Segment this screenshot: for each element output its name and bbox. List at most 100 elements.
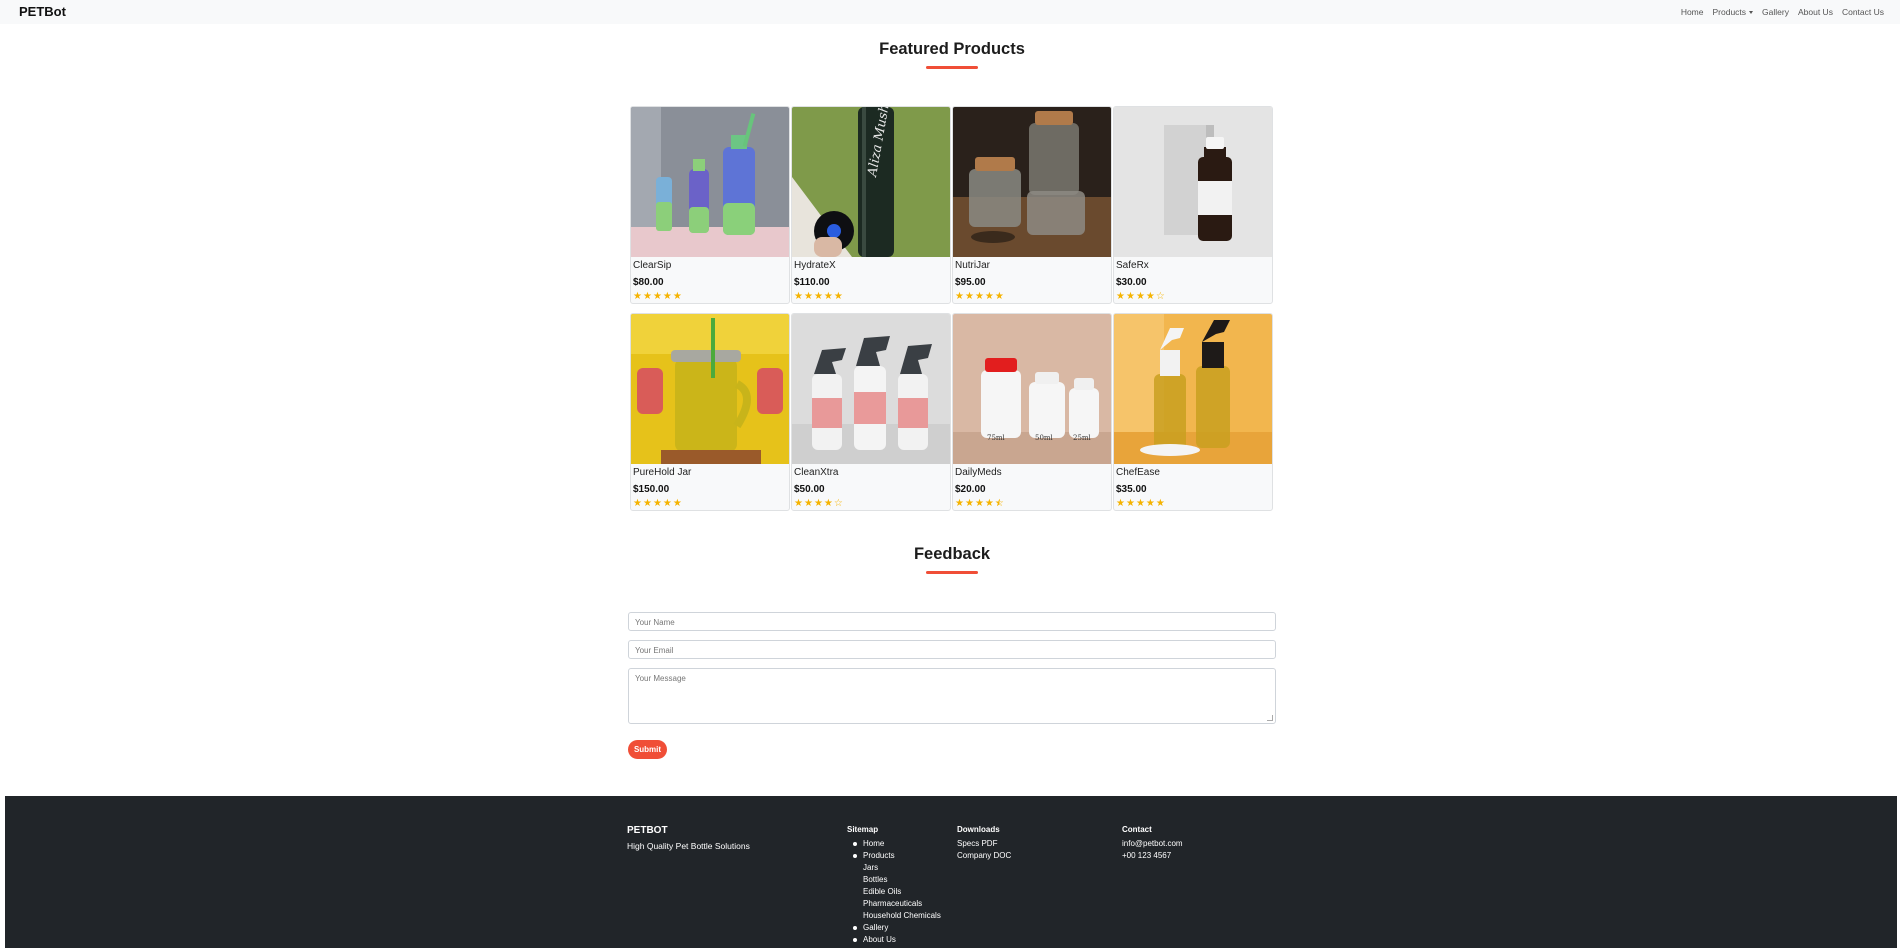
product-card[interactable]: Aliza Mushtaq HydrateX $110.00 ★ ★ ★ ★ ★ (791, 106, 951, 304)
star-filled-icon: ★ (1135, 291, 1145, 302)
star-filled-icon: ★ (662, 498, 672, 509)
product-name: NutriJar (955, 260, 991, 271)
star-filled-icon: ★ (633, 291, 642, 302)
contact-email-link[interactable]: info@petbot.com (1122, 838, 1183, 850)
product-card[interactable]: ChefEase $35.00 ★ ★ ★ ★ ★ (1113, 313, 1273, 511)
product-rating: ★ ★ ★ ★ ★ (794, 292, 950, 302)
product-rating: ★ ★ ★ ★ ★ (633, 292, 789, 302)
footer-contact-col: Contact info@petbot.com +00 123 4567 (1122, 825, 1183, 862)
download-specs-pdf-link[interactable]: Specs PDF (957, 838, 1011, 850)
star-half-icon: ★ ☆ (994, 498, 1004, 509)
star-filled-icon: ★ (1125, 291, 1135, 302)
product-rating: ★ ★ ★ ★ ☆ (794, 499, 950, 509)
product-rating: ★ ★ ★ ★ ☆ (1116, 292, 1272, 302)
product-card[interactable]: PureHold Jar $150.00 ★ ★ ★ ★ ★ (630, 313, 790, 511)
download-company-doc-link[interactable]: Company DOC (957, 850, 1011, 862)
product-card[interactable]: CleanXtra $50.00 ★ ★ ★ ★ ☆ (791, 313, 951, 511)
star-filled-icon: ★ (964, 291, 974, 302)
featured-title-underline (926, 66, 978, 69)
product-grid: ClearSip $80.00 ★ ★ ★ ★ ★ Aliza Mushtaq Hydr… (630, 106, 1274, 511)
star-filled-icon: ★ (994, 291, 1004, 302)
footer-brand: PETBOT (627, 825, 668, 836)
sitemap-jars-link[interactable]: Jars (847, 862, 941, 874)
sitemap-edible-oils-link[interactable]: Edible Oils (847, 886, 941, 898)
product-name: ClearSip (633, 260, 672, 271)
product-price: $95.00 (955, 277, 986, 288)
star-empty-icon: ☆ (833, 498, 843, 509)
contact-phone: +00 123 4567 (1122, 851, 1172, 860)
sitemap-gallery-link[interactable]: Gallery (847, 922, 941, 934)
footer-brand-col: PETBOT High Quality Pet Bottle Solutions (627, 825, 750, 851)
product-name: PureHold Jar (633, 467, 692, 478)
nav-about-us[interactable]: About Us (1798, 7, 1833, 17)
star-filled-icon: ★ (974, 498, 984, 509)
product-rating: ★ ★ ★ ★ ★ ☆ (955, 499, 1111, 509)
nav-links: Home Products Gallery About Us Contact U… (1681, 7, 1884, 17)
contact-list: info@petbot.com +00 123 4567 (1122, 838, 1183, 862)
product-card[interactable]: SafeRx $30.00 ★ ★ ★ ★ ☆ (1113, 106, 1273, 304)
product-name: CleanXtra (794, 467, 839, 478)
product-image-saferx (1114, 107, 1272, 257)
product-rating: ★ ★ ★ ★ ★ (1116, 499, 1272, 509)
star-filled-icon: ★ (813, 498, 823, 509)
feedback-title-underline (926, 571, 978, 574)
footer: PETBOT High Quality Pet Bottle Solutions… (5, 796, 1897, 948)
contact-heading: Contact (1122, 825, 1152, 834)
star-filled-icon: ★ (833, 291, 843, 302)
message-textarea[interactable]: Your Message (628, 668, 1276, 724)
star-filled-icon: ★ (642, 498, 652, 509)
sitemap-home-link[interactable]: Home (847, 838, 941, 850)
product-name: ChefEase (1116, 467, 1160, 478)
nav-products-label: Products (1712, 7, 1747, 17)
star-filled-icon: ★ (813, 291, 823, 302)
nav-home[interactable]: Home (1681, 7, 1704, 17)
sitemap-about-us-link[interactable]: About Us (847, 934, 941, 946)
downloads-list: Specs PDF Company DOC (957, 838, 1011, 862)
svg-text:75ml: 75ml (987, 434, 1006, 442)
sitemap-products-link[interactable]: Products (847, 850, 941, 862)
nav-contact-us[interactable]: Contact Us (1842, 7, 1884, 17)
product-price: $50.00 (794, 484, 825, 495)
sitemap-pharmaceuticals-link[interactable]: Pharmaceuticals (847, 898, 941, 910)
product-price: $110.00 (794, 277, 830, 288)
product-card[interactable]: 75ml 50ml 25ml DailyMeds $20.00 ★ ★ ★ ★ ★ ☆ (952, 313, 1112, 511)
star-filled-icon: ★ (672, 498, 682, 509)
featured-products-title: Featured Products (879, 40, 1025, 58)
star-filled-icon: ★ (955, 291, 964, 302)
navbar-brand[interactable]: PETBot (19, 4, 66, 19)
product-price: $30.00 (1116, 277, 1147, 288)
star-filled-icon: ★ (803, 498, 813, 509)
sitemap-bottles-link[interactable]: Bottles (847, 874, 941, 886)
star-filled-icon: ★ (955, 498, 964, 509)
product-price: $150.00 (633, 484, 670, 495)
footer-tagline: High Quality Pet Bottle Solutions (627, 841, 750, 851)
name-input[interactable]: Your Name (628, 612, 1276, 631)
product-name: HydrateX (794, 260, 836, 271)
nav-products-dropdown[interactable]: Products (1713, 7, 1754, 17)
product-rating: ★ ★ ★ ★ ★ (955, 292, 1111, 302)
sitemap-household-chemicals-link[interactable]: Household Chemicals (847, 910, 941, 922)
product-name: DailyMeds (955, 467, 1002, 478)
resize-handle-icon[interactable] (1267, 715, 1273, 721)
product-card[interactable]: ClearSip $80.00 ★ ★ ★ ★ ★ (630, 106, 790, 304)
star-filled-icon: ★ (1116, 498, 1125, 509)
product-name: SafeRx (1116, 260, 1149, 271)
star-filled-icon: ★ (803, 291, 813, 302)
nav-gallery[interactable]: Gallery (1762, 7, 1789, 17)
star-filled-icon: ★ (662, 291, 672, 302)
svg-text:25ml: 25ml (1073, 434, 1092, 442)
product-image-cleanxtra (792, 314, 950, 464)
star-filled-icon: ★ (1116, 291, 1125, 302)
product-image-dailymeds: 75ml 50ml 25ml (953, 314, 1111, 464)
product-image-nutrijar (953, 107, 1111, 257)
email-input[interactable]: Your Email (628, 640, 1276, 659)
product-card[interactable]: NutriJar $95.00 ★ ★ ★ ★ ★ (952, 106, 1112, 304)
product-image-pureholdjar (631, 314, 789, 464)
product-price: $35.00 (1116, 484, 1147, 495)
star-filled-icon: ★ (1155, 498, 1165, 509)
submit-button[interactable]: Submit (628, 740, 667, 759)
navbar: PETBot Home Products Gallery About Us Co… (0, 0, 1900, 24)
star-filled-icon: ★ (1135, 498, 1145, 509)
star-filled-icon: ★ (974, 291, 984, 302)
star-filled-icon: ★ (794, 498, 803, 509)
